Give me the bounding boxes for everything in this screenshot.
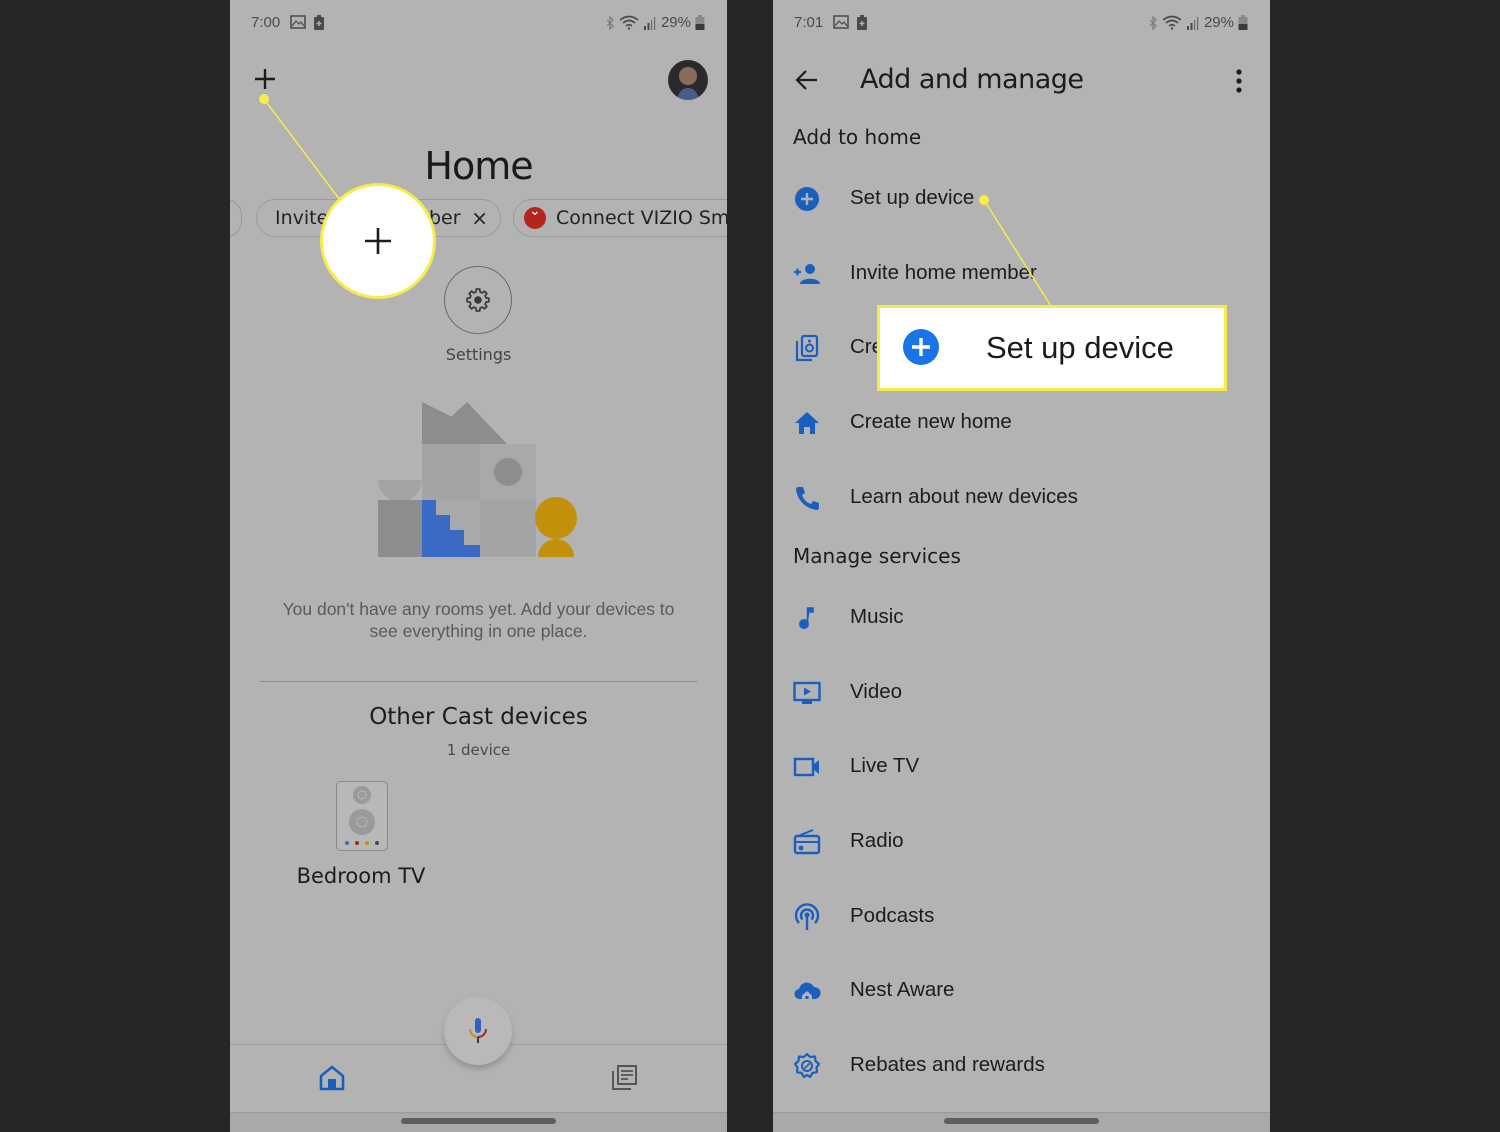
home-gesture-bar[interactable] [944, 1118, 1099, 1124]
menu-item-music[interactable]: Music [773, 592, 1270, 642]
status-bar: 7:00 29% [230, 12, 727, 34]
vizio-logo-icon [524, 203, 546, 229]
menu-item-invite-home-member[interactable]: Invite home member [773, 248, 1270, 298]
gallery-icon [290, 15, 306, 29]
menu-item-podcasts[interactable]: Podcasts [773, 891, 1270, 941]
status-bar: 7:01 29% [773, 12, 1270, 34]
add-circle-icon [903, 329, 939, 365]
bluetooth-icon [606, 15, 614, 30]
callout-add-magnified [320, 183, 436, 299]
person-add-icon [794, 264, 820, 284]
music-note-icon [799, 607, 814, 629]
home-icon [795, 412, 819, 434]
menu-item-label: Live TV [850, 754, 920, 777]
menu-item-learn-about-new-devices[interactable]: Learn about new devices [773, 472, 1270, 522]
device-count: 1 device [446, 741, 511, 759]
signal-icon [1186, 16, 1199, 30]
podcast-icon [794, 903, 820, 930]
menu-item-video[interactable]: Video [773, 667, 1270, 717]
page-title: Add and manage [860, 64, 1084, 95]
battery-percent: 29% [1203, 14, 1234, 31]
menu-item-rebates-and-rewards[interactable]: Rebates and rewards [773, 1040, 1270, 1090]
chip-partial[interactable] [230, 199, 242, 237]
empty-home-illustration [378, 402, 577, 557]
menu-item-create-new-home[interactable]: Create new home [773, 397, 1270, 447]
menu-item-live-tv[interactable]: Live TV [773, 741, 1270, 791]
menu-item-label: Podcasts [850, 904, 935, 927]
menu-item-label: Music [850, 605, 904, 628]
callout-set-up-device-magnified: Set up device [877, 305, 1227, 391]
battery-saver-icon [857, 15, 867, 30]
bluetooth-icon [1149, 15, 1157, 30]
nest-aware-icon [794, 982, 821, 1000]
menu-item-label: Rebates and rewards [850, 1053, 1045, 1076]
rebates-icon [793, 1052, 821, 1079]
other-cast-devices-title: Other Cast devices [369, 704, 588, 730]
assistant-mic-button[interactable] [444, 997, 512, 1065]
battery-icon [695, 15, 705, 30]
screenshot-stage: 7:00 29% Home Invite ber × Connect VIZIO… [0, 0, 1500, 1132]
menu-item-label: Radio [850, 829, 904, 852]
battery-percent: 29% [660, 14, 691, 31]
wifi-icon [619, 15, 639, 30]
close-icon[interactable]: × [471, 206, 488, 230]
status-icons: 29% [1148, 14, 1248, 31]
speaker-icon [345, 786, 379, 845]
gear-icon [466, 288, 490, 312]
battery-icon [1238, 15, 1248, 30]
empty-rooms-message: You don't have any rooms yet. Add your d… [282, 599, 675, 641]
signal-icon [643, 16, 656, 30]
menu-item-label: Set up device [850, 186, 975, 209]
phone-add-and-manage-screen: 7:01 29% Add and manage Add to home Set … [773, 0, 1270, 1132]
page-title: Home [424, 144, 533, 188]
chip-vizio-label: Connect VIZIO Sma [556, 207, 727, 229]
phone-icon [796, 487, 819, 510]
battery-saver-icon [314, 15, 324, 30]
status-icons: 29% [605, 14, 705, 31]
section-divider [260, 681, 697, 682]
menu-item-label: Invite home member [850, 261, 1037, 284]
video-icon [793, 681, 821, 704]
menu-item-label: Learn about new devices [850, 485, 1078, 508]
device-tile-bedroom-tv[interactable] [336, 781, 388, 851]
device-name[interactable]: Bedroom TV [290, 864, 432, 888]
menu-item-nest-aware[interactable]: Nest Aware [773, 965, 1270, 1015]
account-avatar[interactable] [668, 60, 708, 100]
nav-home-icon[interactable] [318, 1064, 346, 1092]
gallery-icon [833, 15, 849, 29]
radio-icon [793, 829, 821, 855]
videocam-icon [793, 757, 819, 777]
chip-invite-label-start: Invite [275, 207, 329, 229]
nav-feed-icon[interactable] [610, 1064, 638, 1092]
speaker-group-icon [795, 334, 819, 362]
add-button[interactable] [252, 66, 278, 92]
menu-item-set-up-device[interactable]: Set up device [773, 173, 1270, 223]
add-circle-icon [795, 187, 819, 211]
menu-item-label: Nest Aware [850, 978, 955, 1001]
status-time: 7:00 [251, 14, 281, 31]
back-arrow-icon[interactable] [793, 66, 821, 94]
section-header-add-to-home: Add to home [793, 125, 922, 149]
settings-label: Settings [445, 345, 512, 364]
callout-label: Set up device [986, 330, 1174, 365]
status-time: 7:01 [794, 14, 824, 31]
plus-icon [365, 228, 391, 254]
phone-home-screen: 7:00 29% Home Invite ber × Connect VIZIO… [230, 0, 727, 1132]
menu-item-label: Create new home [850, 410, 1012, 433]
wifi-icon [1162, 15, 1182, 30]
home-gesture-bar[interactable] [401, 1118, 556, 1124]
menu-item-label: Video [850, 680, 903, 703]
menu-item-radio[interactable]: Radio [773, 816, 1270, 866]
chip-connect-vizio[interactable]: Connect VIZIO Sma [513, 199, 727, 237]
more-options-icon[interactable] [1227, 68, 1251, 94]
microphone-icon [469, 1018, 487, 1043]
section-header-manage-services: Manage services [793, 544, 961, 568]
settings-button[interactable] [444, 266, 512, 334]
